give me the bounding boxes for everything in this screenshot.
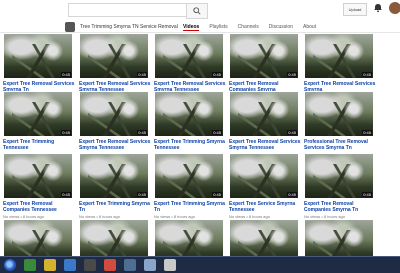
video-title[interactable]: Expert Tree Removal Companies Tennessee [3,201,77,213]
duration-badge: 0:45 [362,130,372,135]
video-thumbnail[interactable]: 0:45 [79,153,149,199]
tab-videos[interactable]: Videos [183,24,200,31]
video-title[interactable]: Expert Tree Removal Companies Smyrna Tn [304,201,378,213]
duration-badge: 0:45 [212,192,222,197]
taskbar-app-icon[interactable] [24,259,36,271]
video-thumbnail[interactable]: 0:45 [3,33,73,79]
video-thumbnail[interactable]: 0:45 [154,91,224,137]
taskbar [0,256,400,273]
taskbar-app-icon[interactable] [144,259,156,271]
taskbar-app-icon[interactable] [44,259,56,271]
video-title[interactable]: Expert Tree Trimming Smyrna Tn [154,201,228,213]
duration-badge: 0:45 [287,130,297,135]
bell-icon[interactable] [373,3,383,13]
start-button[interactable] [4,259,16,271]
video-title[interactable]: Expert Tree Trimming Smyrna Tn [79,201,153,213]
video-thumbnail[interactable]: 0:45 [229,153,299,199]
video-thumbnail[interactable]: 0:45 [229,33,299,79]
upload-button[interactable]: Upload [343,3,367,16]
channel-avatar [65,22,75,32]
video-thumbnail[interactable]: 0:45 [3,91,73,137]
duration-badge: 0:45 [362,72,372,77]
duration-badge: 0:45 [362,192,372,197]
duration-badge: 0:45 [137,130,147,135]
taskbar-app-icon[interactable] [84,259,96,271]
video-title[interactable]: Expert Tree Service Smyrna Tennessee [229,201,303,213]
video-thumbnail[interactable]: 0:45 [79,33,149,79]
channel-tabs: Videos Playlists Channels Discussion Abo… [183,24,316,31]
video-thumbnail[interactable]: 0:45 [229,91,299,137]
taskbar-app-icon[interactable] [164,259,176,271]
duration-badge: 0:45 [61,72,71,77]
tab-channels[interactable]: Channels [238,24,259,31]
video-thumbnail[interactable]: 0:45 [79,91,149,137]
search-input[interactable] [68,3,198,17]
duration-badge: 0:45 [137,192,147,197]
tab-playlists[interactable]: Playlists [209,24,227,31]
duration-badge: 0:45 [212,130,222,135]
search-icon [193,7,201,15]
video-thumbnail[interactable]: 0:45 [304,153,374,199]
duration-badge: 0:45 [137,72,147,77]
tab-discussion[interactable]: Discussion [269,24,293,31]
video-thumbnail[interactable]: 0:45 [304,33,374,79]
duration-badge: 0:45 [61,192,71,197]
top-bar: Upload Tree Trimming Smyrna TN Service R… [0,0,400,33]
system-tray[interactable] [372,258,396,272]
video-title[interactable]: Professional Tree Removal Services Smyrn… [304,139,378,151]
taskbar-app-icon[interactable] [124,259,136,271]
video-thumbnail[interactable]: 0:45 [154,33,224,79]
video-title[interactable]: Expert Tree Removal Services Smyrna Tenn… [79,139,153,151]
video-grid: 0:45 Expert Tree Removal Services Smyrna… [0,33,400,265]
video-thumbnail[interactable]: 0:45 [154,153,224,199]
duration-badge: 0:45 [212,72,222,77]
search-button[interactable] [186,3,208,19]
video-title[interactable]: Expert Tree Removal Services Smyrna Tenn… [229,139,303,151]
duration-badge: 0:45 [61,130,71,135]
video-thumbnail[interactable]: 0:45 [3,153,73,199]
duration-badge: 0:45 [287,72,297,77]
video-thumbnail[interactable]: 0:45 [304,91,374,137]
channel-name[interactable]: Tree Trimming Smyrna TN Service Removal [80,24,178,30]
video-title[interactable]: Expert Tree Trimming Smyrna Tennessee [154,139,228,151]
tab-about[interactable]: About [303,24,316,31]
avatar[interactable] [389,2,400,14]
taskbar-app-icon[interactable] [104,259,116,271]
duration-badge: 0:45 [287,192,297,197]
taskbar-app-icon[interactable] [64,259,76,271]
video-title[interactable]: Expert Tree Trimming Tennessee [3,139,77,151]
